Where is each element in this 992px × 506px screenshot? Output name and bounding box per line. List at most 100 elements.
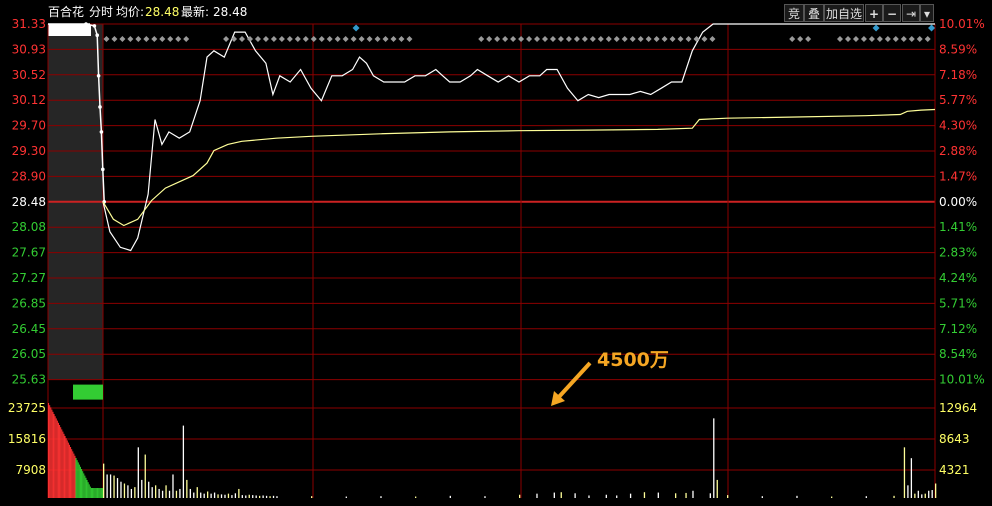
premarket-point bbox=[84, 22, 88, 26]
premarket-point bbox=[98, 105, 102, 109]
event-marker bbox=[342, 36, 349, 42]
volume-bar bbox=[103, 463, 105, 498]
price-tick-label: 28.90 bbox=[12, 169, 46, 183]
premarket-volume-bar bbox=[64, 436, 66, 498]
intraday-chart[interactable]: 31.33 30.93 30.52 30.12 29.70 29.30 28.90 28.48… bbox=[0, 0, 992, 506]
event-marker bbox=[175, 36, 182, 42]
volume-bar bbox=[910, 458, 913, 498]
volume-bar bbox=[935, 483, 937, 498]
volume-bar bbox=[151, 487, 153, 498]
premarket-point bbox=[101, 167, 105, 172]
volume-bar bbox=[241, 495, 243, 498]
volume-bar bbox=[134, 487, 136, 498]
volume-bar bbox=[893, 495, 895, 498]
event-marker bbox=[852, 36, 859, 42]
volume-bar bbox=[179, 488, 181, 498]
premarket-volume-bar bbox=[84, 475, 86, 498]
volume-bar bbox=[193, 492, 195, 498]
volume-bar bbox=[643, 492, 646, 498]
volume-bar bbox=[616, 495, 618, 498]
event-marker bbox=[390, 36, 397, 42]
volume-bar bbox=[914, 493, 916, 498]
volume-bar bbox=[106, 474, 108, 498]
event-marker bbox=[510, 36, 517, 42]
event-marker bbox=[637, 36, 644, 42]
premarket-volume-bar bbox=[101, 488, 103, 498]
premarket-volume-bar bbox=[100, 488, 102, 498]
percent-tick-label: 5.71% bbox=[939, 296, 977, 310]
event-marker bbox=[167, 36, 174, 42]
event-marker bbox=[406, 36, 413, 42]
event-marker bbox=[262, 36, 269, 42]
event-marker bbox=[805, 36, 812, 42]
volume-bar bbox=[262, 495, 264, 498]
zoom-out-button[interactable]: − bbox=[883, 4, 901, 22]
premarket-volume-bar bbox=[55, 418, 57, 498]
premarket-volume-bar bbox=[90, 488, 92, 498]
volume-bar bbox=[113, 475, 115, 498]
event-marker bbox=[151, 36, 158, 42]
volume-bar bbox=[560, 492, 562, 498]
event-marker bbox=[135, 36, 142, 42]
bid-button[interactable]: 竞 bbox=[784, 4, 804, 22]
premarket-volume-bar bbox=[85, 477, 87, 498]
premarket-volume-block bbox=[73, 384, 103, 400]
volume-bar bbox=[921, 494, 923, 498]
event-marker bbox=[239, 36, 246, 42]
volume-bar bbox=[484, 496, 486, 498]
volume-bar bbox=[148, 481, 150, 498]
volume-bar bbox=[175, 490, 178, 498]
event-marker bbox=[254, 36, 261, 42]
price-tick-label: 26.85 bbox=[12, 296, 46, 310]
volume-bar bbox=[928, 490, 930, 498]
event-marker bbox=[621, 36, 628, 42]
volume-tick-label: 8643 bbox=[939, 432, 970, 446]
price-tick-label: 30.93 bbox=[12, 42, 46, 56]
avg-price-value: 28.48 bbox=[145, 5, 180, 19]
volume-bar bbox=[415, 496, 417, 498]
volume-bar bbox=[716, 479, 718, 498]
volume-bar bbox=[227, 493, 230, 498]
add-watchlist-button[interactable]: 加自选 bbox=[824, 4, 864, 22]
volume-bar bbox=[238, 488, 240, 498]
event-marker bbox=[486, 36, 493, 42]
event-marker bbox=[318, 36, 325, 42]
event-marker bbox=[916, 36, 923, 42]
volume-bar bbox=[796, 495, 798, 498]
event-marker bbox=[653, 36, 660, 42]
zoom-in-button[interactable]: + bbox=[865, 4, 883, 22]
volume-tick-label: 4321 bbox=[939, 463, 970, 477]
event-marker bbox=[629, 36, 636, 42]
overlay-button[interactable]: 叠 bbox=[804, 4, 824, 22]
percent-tick-label: 2.83% bbox=[939, 246, 977, 260]
volume-bar bbox=[380, 496, 382, 498]
premarket-volume-bar bbox=[53, 414, 55, 498]
event-marker bbox=[868, 36, 875, 42]
event-marker bbox=[231, 36, 238, 42]
price-tick-label: 25.63 bbox=[12, 373, 46, 387]
event-marker bbox=[382, 36, 389, 42]
volume-bar bbox=[217, 494, 219, 498]
volume-bar bbox=[259, 495, 261, 498]
volume-bar bbox=[186, 479, 188, 498]
event-marker bbox=[892, 36, 899, 42]
price-tick-label: 30.12 bbox=[12, 93, 46, 107]
volume-bar bbox=[574, 493, 576, 498]
event-marker bbox=[223, 36, 230, 42]
price-tick-label: 29.70 bbox=[12, 119, 46, 133]
price-tick-label: 31.33 bbox=[12, 17, 46, 31]
premarket-point bbox=[96, 73, 101, 78]
volume-bar bbox=[168, 490, 171, 498]
premarket-volume-bar bbox=[97, 488, 99, 498]
event-marker bbox=[908, 36, 915, 42]
menu-dropdown-button[interactable]: ▾ bbox=[920, 4, 934, 22]
volume-tick-label: 7908 bbox=[15, 463, 46, 477]
highlight-marker bbox=[872, 24, 880, 32]
jump-end-button[interactable]: ⇥ bbox=[902, 4, 920, 22]
volume-bar bbox=[272, 495, 275, 498]
event-marker bbox=[518, 36, 525, 42]
premarket-volume-bar bbox=[73, 453, 75, 498]
percent-tick-label: 1.41% bbox=[939, 220, 977, 234]
highlight-marker bbox=[928, 24, 936, 32]
premarket-volume-bar bbox=[95, 488, 97, 498]
